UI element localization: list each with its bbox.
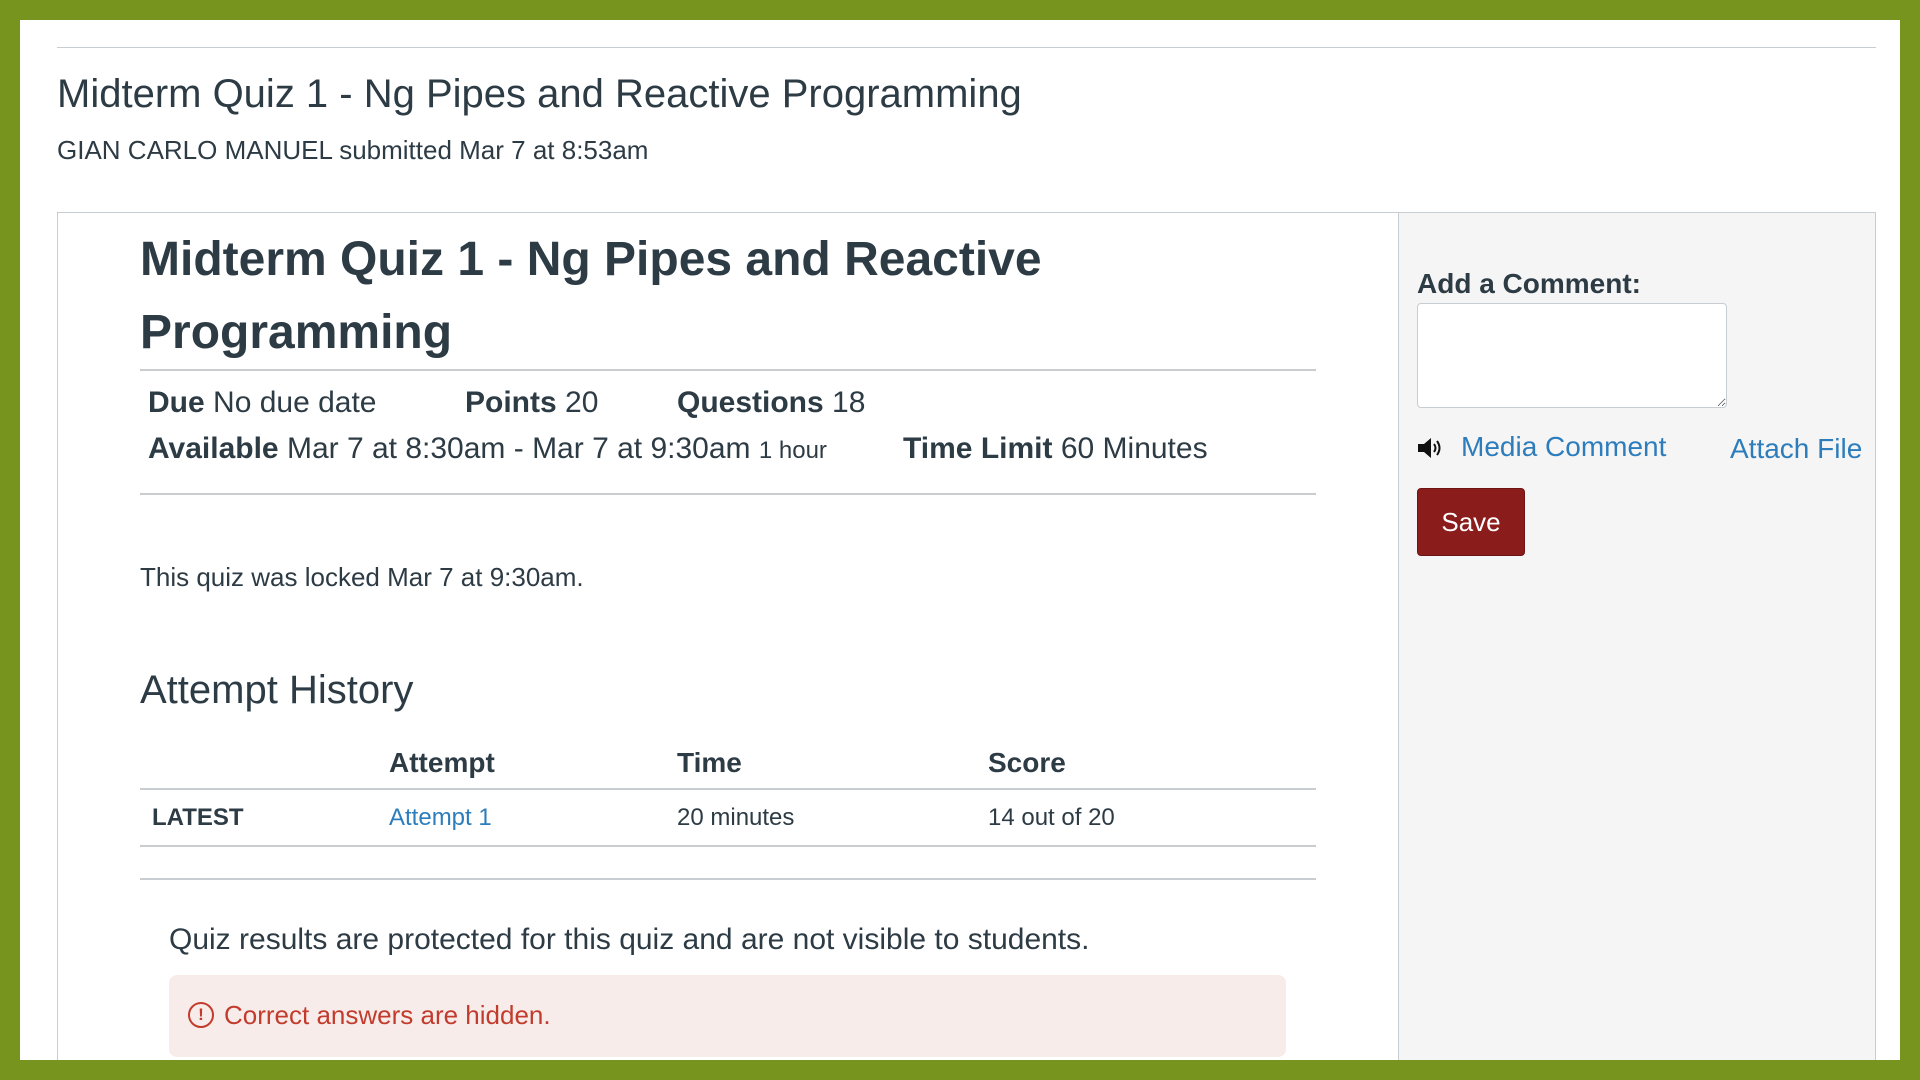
due-info: Due No due date: [148, 386, 377, 420]
top-divider: [57, 47, 1876, 48]
quiz-details: Midterm Quiz 1 - Ng Pipes and Reactive P…: [58, 213, 1398, 1060]
points-value: 20: [565, 386, 599, 419]
locked-message: This quiz was locked Mar 7 at 9:30am.: [140, 562, 584, 592]
points-label: Points: [465, 386, 557, 419]
column-header-score: Score: [988, 747, 1066, 778]
page-title: Midterm Quiz 1 - Ng Pipes and Reactive P…: [57, 72, 1022, 116]
points-info: Points 20: [465, 386, 598, 420]
questions-label: Questions: [677, 386, 824, 419]
results-divider: [140, 878, 1316, 880]
results-protected-message: Quiz results are protected for this quiz…: [169, 923, 1090, 956]
attempt-table-header: Attempt Time Score: [140, 733, 1316, 790]
comment-sidebar: Add a Comment: Media Comment Attach File…: [1398, 213, 1875, 1060]
comment-input[interactable]: [1417, 303, 1727, 408]
available-duration: 1 hour: [758, 437, 827, 464]
attempt-cell: Attempt 1: [389, 804, 492, 832]
available-label: Available: [148, 432, 279, 465]
save-button[interactable]: Save: [1417, 488, 1525, 556]
time-limit-info: Time Limit 60 Minutes: [903, 432, 1208, 466]
latest-tag: LATEST: [152, 804, 244, 831]
attach-file-link[interactable]: Attach File: [1730, 433, 1862, 465]
table-row: LATEST Attempt 1 20 minutes 14 out of 20: [140, 790, 1316, 847]
column-header-attempt: Attempt: [389, 747, 495, 778]
due-label: Due: [148, 386, 205, 419]
questions-info: Questions 18: [677, 386, 865, 420]
add-comment-label: Add a Comment:: [1417, 268, 1641, 299]
time-limit-label: Time Limit: [903, 432, 1053, 465]
exclamation-circle-icon: !: [188, 1002, 214, 1028]
time-limit-value: 60 Minutes: [1060, 432, 1208, 465]
quiz-meta-divider-bottom: [140, 493, 1316, 495]
quiz-meta-divider-top: [140, 369, 1316, 371]
attempt-link[interactable]: Attempt 1: [389, 804, 492, 831]
available-value: Mar 7 at 8:30am - Mar 7 at 9:30am: [286, 432, 751, 465]
alert-text: Correct answers are hidden.: [224, 1000, 551, 1030]
correct-answers-hidden-alert: ! Correct answers are hidden.: [169, 975, 1286, 1057]
submission-info: GIAN CARLO MANUEL submitted Mar 7 at 8:5…: [57, 135, 649, 165]
questions-value: 18: [832, 386, 866, 419]
attempt-history-heading: Attempt History: [140, 668, 414, 712]
attempt-history-table: Attempt Time Score LATEST Attempt 1 20 m…: [140, 733, 1316, 847]
speaker-icon: [1418, 438, 1441, 458]
column-header-time: Time: [677, 747, 742, 778]
time-cell: 20 minutes: [677, 804, 795, 831]
quiz-title: Midterm Quiz 1 - Ng Pipes and Reactive P…: [140, 233, 1042, 359]
available-info: Available Mar 7 at 8:30am - Mar 7 at 9:3…: [148, 432, 827, 466]
due-value: No due date: [213, 386, 377, 419]
score-cell: 14 out of 20: [988, 804, 1115, 831]
media-comment-label: Media Comment: [1461, 431, 1667, 462]
page-frame: Midterm Quiz 1 - Ng Pipes and Reactive P…: [20, 20, 1900, 1060]
submission-panel: Midterm Quiz 1 - Ng Pipes and Reactive P…: [57, 212, 1876, 1060]
